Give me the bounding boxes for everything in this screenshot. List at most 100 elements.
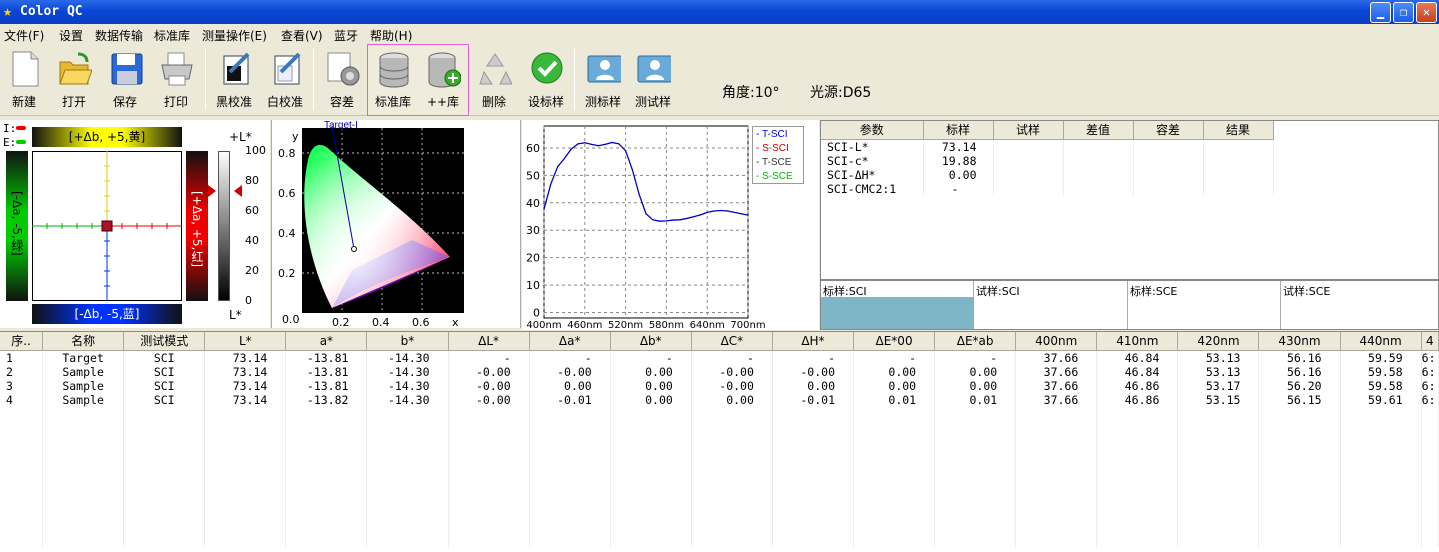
close-button[interactable]: ✕ bbox=[1416, 2, 1437, 23]
table-cell: 0.01 bbox=[853, 392, 936, 407]
menu-file[interactable]: 文件(F) bbox=[4, 27, 44, 44]
illuminant-readout: 光源:D65 bbox=[810, 85, 872, 101]
data-point bbox=[733, 211, 735, 213]
column-header[interactable]: ΔL* bbox=[448, 332, 530, 351]
menu-measure[interactable]: 测量操作(E) bbox=[202, 27, 267, 44]
y-tick-label: 50 bbox=[526, 169, 540, 182]
menu-standard-lib[interactable]: 标准库 bbox=[154, 27, 190, 44]
tolerance-button[interactable]: 容差 bbox=[318, 48, 366, 112]
result-row: SCI-c* 19.88 bbox=[821, 153, 1274, 168]
save-button[interactable]: 保存 bbox=[101, 48, 149, 112]
column-header[interactable]: ΔH* bbox=[772, 332, 855, 351]
result-std: 0.00 bbox=[923, 167, 994, 182]
empty-row bbox=[0, 462, 1439, 477]
open-button[interactable]: 打开 bbox=[50, 48, 98, 112]
result-std: - bbox=[923, 181, 994, 196]
table-cell: 46.84 bbox=[1096, 350, 1179, 365]
table-cell: Sample bbox=[42, 364, 125, 379]
legend-e-swatch bbox=[16, 140, 26, 144]
table-cell: 56.15 bbox=[1258, 392, 1341, 407]
column-header[interactable]: 410nm bbox=[1096, 332, 1179, 351]
table-cell: 3 bbox=[0, 378, 44, 393]
b-minus-label: [-Δb, -5,蓝] bbox=[74, 307, 140, 321]
lightness-marker-right bbox=[234, 185, 242, 198]
result-header[interactable]: 差值 bbox=[1063, 121, 1134, 140]
column-header[interactable]: 420nm bbox=[1177, 332, 1260, 351]
column-header[interactable]: L* bbox=[204, 332, 287, 351]
column-header[interactable]: ΔC* bbox=[691, 332, 773, 351]
column-header[interactable]: a* bbox=[285, 332, 368, 351]
table-cell: 56.16 bbox=[1258, 350, 1341, 365]
table-cell: -0.00 bbox=[691, 364, 773, 379]
white-calibration-button[interactable]: 白校准 bbox=[261, 48, 309, 112]
table-cell: 2 bbox=[0, 364, 44, 379]
x-tick: 0.0 bbox=[282, 313, 300, 326]
data-point bbox=[638, 193, 640, 196]
column-header[interactable]: Δa* bbox=[529, 332, 611, 351]
add-library-button[interactable]: ++库 bbox=[419, 48, 467, 112]
result-row: SCI-CMC2:1- bbox=[821, 181, 1274, 196]
table-row[interactable]: 3 Sample SCI 73.14 -13.81 -14.30 -0.00 0.00 0.00… bbox=[0, 378, 1439, 393]
menu-view[interactable]: 查看(V) bbox=[281, 27, 323, 44]
result-header[interactable]: 参数 bbox=[821, 121, 924, 140]
measure-trial-button[interactable]: 测试样 bbox=[629, 48, 677, 112]
x-tick: 0.6 bbox=[412, 316, 430, 328]
standard-library-button[interactable]: 标准库 bbox=[369, 48, 417, 112]
data-point bbox=[563, 157, 565, 160]
table-cell: -0.00 bbox=[448, 364, 530, 379]
table-row[interactable]: 1 Target SCI 73.14 -13.81 -14.30- - - - - - -37.66 4… bbox=[0, 350, 1439, 365]
table-cell: 0.00 bbox=[934, 378, 1017, 393]
result-header[interactable]: 标样 bbox=[923, 121, 994, 140]
column-header[interactable]: 400nm bbox=[1015, 332, 1098, 351]
column-header[interactable]: 测试模式 bbox=[123, 332, 206, 351]
cie-diagram-panel: Target-I y 0.8 0.6 0.4 0.2 0.0 0.2 0.4 0… bbox=[271, 120, 521, 329]
result-header[interactable]: 结果 bbox=[1203, 121, 1274, 140]
table-cell: - bbox=[772, 350, 855, 365]
table-cell: -0.01 bbox=[772, 392, 855, 407]
y-tick: 0.4 bbox=[278, 227, 296, 240]
column-header[interactable]: 名称 bbox=[42, 332, 125, 351]
column-header[interactable]: Δb* bbox=[610, 332, 692, 351]
column-header[interactable]: b* bbox=[366, 332, 449, 351]
measurement-table-panel: 序.. 名称 测试模式 L* a* b* ΔL* Δa* Δb* ΔC* ΔH* ΔE*00 ΔE*ab… bbox=[0, 331, 1439, 552]
cie-diagram: Target-I y 0.8 0.6 0.4 0.2 0.0 0.2 0.4 0… bbox=[278, 120, 464, 329]
menu-bluetooth[interactable]: 蓝牙 bbox=[334, 27, 358, 44]
column-header[interactable]: 序.. bbox=[0, 332, 44, 351]
column-header[interactable]: 440nm bbox=[1340, 332, 1422, 351]
legend-label: S-SCE bbox=[762, 171, 793, 182]
column-header[interactable]: 430nm bbox=[1258, 332, 1341, 351]
l-tick: 80 bbox=[245, 174, 259, 187]
new-button[interactable]: 新建 bbox=[0, 48, 48, 112]
table-row[interactable]: 2 Sample SCI 73.14 -13.81 -14.30 -0.00 -0.00 0.0… bbox=[0, 364, 1439, 379]
open-label: 打开 bbox=[61, 95, 86, 109]
black-calibration-button[interactable]: 黑校准 bbox=[210, 48, 258, 112]
result-header[interactable]: 容差 bbox=[1133, 121, 1204, 140]
print-button[interactable]: 打印 bbox=[152, 48, 200, 112]
x-tick-label: 460nm bbox=[567, 320, 602, 330]
l-tick: 100 bbox=[245, 144, 266, 157]
empty-row bbox=[0, 420, 1439, 435]
x-tick: 0.2 bbox=[332, 316, 350, 328]
table-cell: - bbox=[448, 350, 530, 365]
data-point bbox=[699, 214, 701, 216]
column-header[interactable]: 4 bbox=[1421, 332, 1439, 351]
result-header[interactable]: 试样 bbox=[993, 121, 1064, 140]
maximize-button[interactable]: ❐ bbox=[1393, 2, 1414, 23]
column-header[interactable]: ΔE*ab bbox=[934, 332, 1017, 351]
set-standard-button[interactable]: 设标样 bbox=[522, 48, 570, 112]
menu-help[interactable]: 帮助(H) bbox=[370, 27, 412, 44]
table-row[interactable]: 4 Sample SCI 73.14 -13.82 -14.30 -0.00 -0.01 0.0… bbox=[0, 392, 1439, 407]
minimize-button[interactable]: ▁ bbox=[1370, 2, 1391, 23]
delete-button[interactable]: 删除 bbox=[470, 48, 518, 112]
data-point bbox=[597, 145, 599, 147]
empty-row bbox=[0, 490, 1439, 505]
menu-data-transfer[interactable]: 数据传输 bbox=[95, 27, 143, 44]
measure-standard-button[interactable]: 测标样 bbox=[579, 48, 627, 112]
column-header[interactable]: ΔE*00 bbox=[853, 332, 936, 351]
empty-row bbox=[0, 434, 1439, 449]
menu-settings[interactable]: 设置 bbox=[59, 27, 83, 44]
l-bottom-label: L* bbox=[229, 308, 242, 322]
data-point bbox=[645, 213, 647, 215]
result-param: SCI-CMC2:1 bbox=[821, 181, 924, 196]
toolbar-separator bbox=[574, 48, 575, 110]
